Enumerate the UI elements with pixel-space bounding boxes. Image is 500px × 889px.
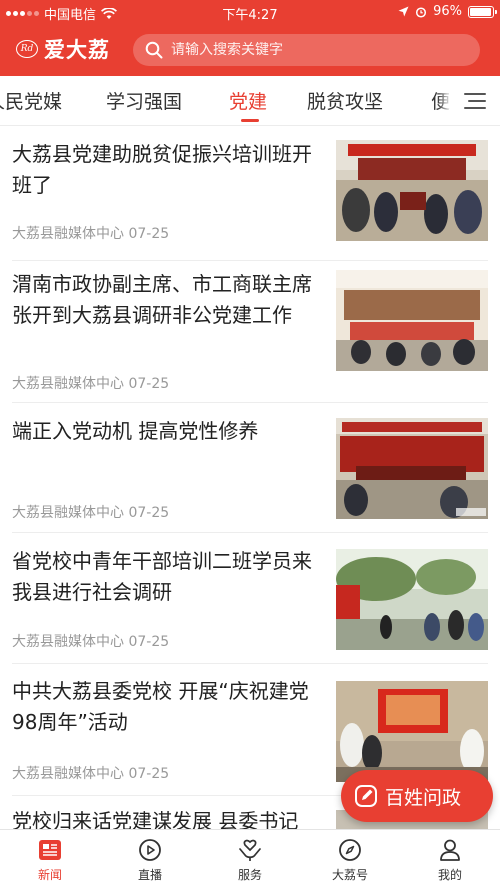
news-date: 07-25 (128, 376, 170, 392)
news-date: 07-25 (128, 634, 170, 650)
nav-label: 直播 (137, 868, 162, 882)
alarm-icon (416, 6, 427, 18)
news-source: 大荔县融媒体中心 (12, 376, 124, 392)
news-source: 大荔县融媒体中心 (12, 226, 124, 242)
tab-renmin-dangmei[interactable]: 人民党媒 (0, 87, 62, 114)
news-thumbnail (336, 549, 488, 650)
news-source: 大荔县融媒体中心 (12, 634, 124, 650)
news-item[interactable]: 大荔县党建助脱贫促振兴培训班开班了 大荔县融媒体中心 07-25 (0, 127, 500, 261)
edit-icon (355, 785, 377, 807)
logo-text: 爱大荔 (44, 37, 110, 62)
app-header: 中国电信 下午4:27 96% Rd 爱大荔 (0, 0, 500, 76)
nav-item-mine[interactable]: 我的 (400, 830, 500, 889)
news-source: 大荔县融媒体中心 (12, 766, 124, 782)
bottom-nav: 新闻 直播 服务 大荔号 我的 (0, 829, 500, 889)
tab-bian[interactable]: 便 (431, 87, 450, 114)
battery-percent: 96% (433, 4, 462, 19)
service-hands-icon (237, 837, 263, 863)
menu-icon (464, 93, 486, 109)
category-tabs: 人民党媒 学习强国 党建 脱贫攻坚 便 (0, 76, 500, 126)
play-circle-icon (137, 837, 163, 863)
app-logo[interactable]: Rd 爱大荔 (16, 34, 110, 64)
newspaper-icon (37, 837, 63, 863)
compass-icon (337, 837, 363, 863)
battery-icon (468, 5, 497, 18)
news-title: 大荔县党建助脱贫促振兴培训班开班了 (12, 142, 312, 197)
news-item[interactable]: 渭南市政协副主席、市工商联主席张开到大荔县调研非公党建工作 大荔县融媒体中心 0… (0, 261, 500, 403)
location-arrow-icon (398, 6, 409, 17)
news-meta: 大荔县融媒体中心 07-25 (12, 502, 169, 522)
nav-label: 新闻 (37, 868, 62, 882)
news-title: 中共大荔县委党校 开展“庆祝建党98周年”活动 (12, 679, 309, 734)
nav-item-service[interactable]: 服务 (200, 830, 300, 889)
active-tab-indicator (241, 119, 259, 122)
news-thumbnail (336, 681, 488, 782)
news-date: 07-25 (128, 766, 170, 782)
news-meta: 大荔县融媒体中心 07-25 (12, 373, 169, 393)
baixing-wenzheng-button[interactable]: 百姓问政 (341, 770, 493, 822)
news-thumbnail (336, 270, 488, 371)
user-icon (437, 837, 463, 863)
news-item[interactable]: 端正入党动机 提高党性修养 大荔县融媒体中心 07-25 (0, 403, 500, 533)
float-button-label: 百姓问政 (385, 786, 462, 809)
news-meta: 大荔县融媒体中心 07-25 (12, 631, 169, 651)
news-date: 07-25 (128, 226, 170, 242)
status-bar: 中国电信 下午4:27 96% (0, 0, 500, 24)
search-input[interactable] (171, 42, 461, 58)
news-thumbnail (336, 140, 488, 241)
nav-label: 服务 (237, 868, 262, 882)
news-title: 省党校中青年干部培训二班学员来我县进行社会调研 (12, 549, 312, 604)
search-icon (145, 41, 163, 59)
news-item[interactable]: 省党校中青年干部培训二班学员来我县进行社会调研 大荔县融媒体中心 07-25 (0, 533, 500, 664)
news-source: 大荔县融媒体中心 (12, 505, 124, 521)
nav-item-news[interactable]: 新闻 (0, 830, 100, 889)
news-date: 07-25 (128, 505, 170, 521)
nav-item-dalihao[interactable]: 大荔号 (300, 830, 400, 889)
search-bar[interactable] (133, 34, 480, 66)
tab-xuexi-qiangguo[interactable]: 学习强国 (106, 87, 182, 114)
nav-item-live[interactable]: 直播 (100, 830, 200, 889)
news-meta: 大荔县融媒体中心 07-25 (12, 763, 169, 783)
tab-menu-button[interactable] (450, 76, 500, 125)
tab-dangjian[interactable]: 党建 (229, 87, 267, 114)
news-title: 渭南市政协副主席、市工商联主席张开到大荔县调研非公党建工作 (12, 272, 312, 327)
logo-mark: Rd (16, 40, 38, 58)
nav-label: 大荔号 (331, 868, 368, 882)
news-thumbnail (336, 418, 488, 519)
news-title: 党校归来话党建谋发展 县委书记 (12, 809, 299, 829)
tab-tuopin-gongjian[interactable]: 脱贫攻坚 (307, 87, 383, 114)
news-title: 端正入党动机 提高党性修养 (12, 419, 259, 443)
news-meta: 大荔县融媒体中心 07-25 (12, 223, 169, 243)
nav-label: 我的 (437, 868, 462, 882)
